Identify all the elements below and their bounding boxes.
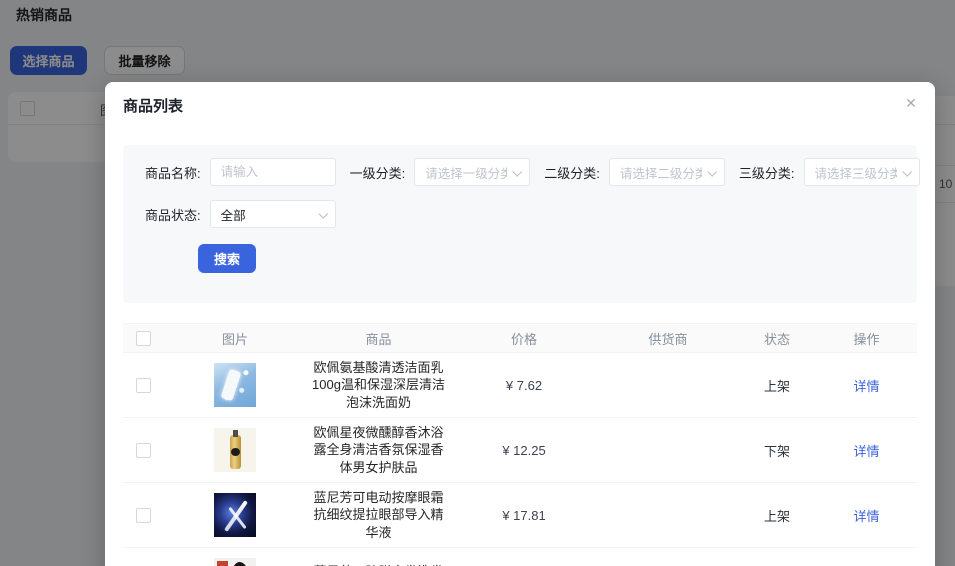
detail-link[interactable]: 详情 — [853, 441, 879, 460]
column-header-action: 操作 — [853, 331, 880, 347]
row-checkbox[interactable] — [135, 377, 151, 393]
product-name: 蓝尼芳可防脱育发洗发水滋养头皮丽雅 — [307, 563, 450, 566]
product-list-modal: 商品列表 ✕ 商品名称: 一级分类: 请选择一级分类 二级分类: — [105, 82, 935, 566]
chevron-down-icon — [512, 166, 523, 177]
product-price: ¥ 12.25 — [502, 442, 546, 458]
column-header-supplier: 供货商 — [648, 331, 688, 347]
table-row: 蓝尼芳可防脱育发洗发水滋养头皮丽雅 — [123, 548, 917, 566]
product-price: ¥ 17.81 — [502, 507, 546, 523]
product-status-select[interactable]: 全部 — [209, 200, 336, 228]
column-header-price: 价格 — [510, 331, 537, 347]
product-status-label: 商品状态: — [145, 207, 201, 223]
column-header-status: 状态 — [763, 331, 790, 347]
category2-placeholder: 请选择二级分类 — [619, 166, 702, 181]
category1-select[interactable]: 请选择一级分类 — [414, 158, 531, 186]
column-header-image: 图片 — [221, 331, 248, 347]
product-name: 欧佩星夜微醺醇香沐浴露全身清洁香氛保湿香体男女护肤品 — [313, 424, 444, 475]
category1-label: 一级分类: — [349, 165, 406, 181]
category3-placeholder: 请选择三级分类 — [814, 166, 897, 181]
table-row: 蓝尼芳可电动按摩眼霜抗细纹提拉眼部导入精华液 ¥ 17.81 上架 详情 — [123, 483, 917, 548]
modal-title: 商品列表 — [123, 98, 184, 115]
product-name-input[interactable] — [209, 158, 336, 186]
table-row: 欧佩星夜微醺醇香沐浴露全身清洁香氛保湿香体男女护肤品 ¥ 12.25 下架 详情 — [123, 418, 917, 483]
product-table: 图片 商品 价格 供货商 状态 操作 欧佩氨基酸清透洁面乳100g温和保湿深层清… — [123, 323, 917, 566]
chevron-down-icon — [707, 166, 718, 177]
product-status-value: 全部 — [220, 208, 246, 223]
select-all-checkbox[interactable] — [135, 330, 151, 346]
chevron-down-icon — [901, 166, 912, 177]
product-name: 欧佩氨基酸清透洁面乳100g温和保湿深层清洁泡沫洗面奶 — [312, 359, 445, 410]
category1-placeholder: 请选择一级分类 — [425, 166, 508, 181]
product-image — [214, 363, 256, 407]
row-checkbox[interactable] — [135, 507, 151, 523]
column-header-product: 商品 — [365, 331, 392, 347]
category3-select[interactable]: 请选择三级分类 — [803, 158, 920, 186]
product-name-label: 商品名称: — [145, 165, 201, 181]
product-status: 下架 — [763, 443, 790, 459]
screen: 热销商品 选择商品 批量移除 图片 10 商品列表 ✕ 商品名称: 一级分类: — [0, 0, 955, 566]
close-icon[interactable]: ✕ — [899, 91, 923, 115]
detail-link[interactable]: 详情 — [853, 506, 879, 525]
product-image — [214, 493, 256, 537]
category2-label: 二级分类: — [544, 165, 600, 181]
product-name: 蓝尼芳可电动按摩眼霜抗细纹提拉眼部导入精华液 — [313, 489, 444, 540]
product-image — [214, 558, 256, 566]
search-button[interactable]: 搜索 — [198, 244, 256, 273]
product-image — [214, 428, 256, 472]
detail-link[interactable]: 详情 — [853, 376, 879, 395]
category2-select[interactable]: 请选择二级分类 — [608, 158, 725, 186]
table-row: 欧佩氨基酸清透洁面乳100g温和保湿深层清洁泡沫洗面奶 ¥ 7.62 上架 详情 — [123, 353, 917, 418]
product-price: ¥ 7.62 — [505, 377, 543, 393]
product-status: 上架 — [763, 508, 790, 524]
filter-panel: 商品名称: 一级分类: 请选择一级分类 二级分类: 请选择二级分类 — [123, 145, 920, 303]
chevron-down-icon — [317, 208, 328, 219]
row-checkbox[interactable] — [135, 442, 151, 458]
category3-label: 三级分类: — [738, 165, 795, 181]
table-header-row: 图片 商品 价格 供货商 状态 操作 — [123, 323, 917, 353]
product-status: 上架 — [763, 378, 790, 394]
